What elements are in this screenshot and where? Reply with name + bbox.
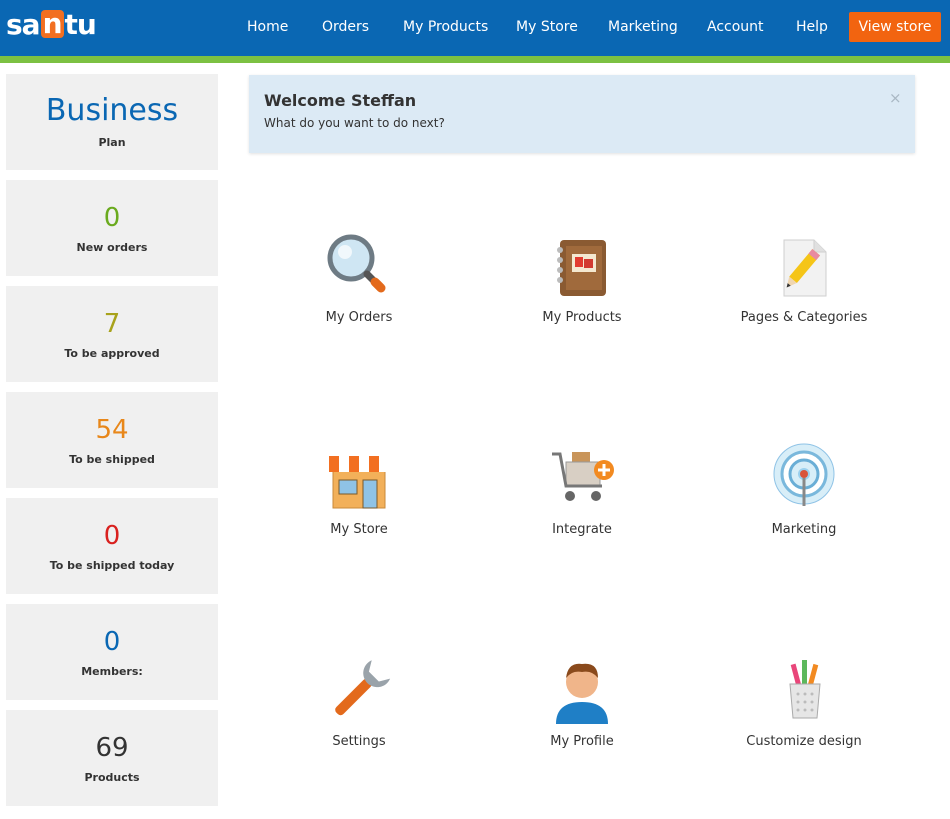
tile-label: Pages & Categories — [740, 310, 868, 325]
welcome-subtitle: What do you want to do next? — [264, 116, 445, 130]
stat-value: 54 — [95, 414, 129, 445]
plan-name: Business — [45, 92, 179, 128]
magnifier-icon — [323, 230, 395, 302]
tile-pages-categories[interactable]: Pages & Categories — [714, 230, 894, 340]
nav-marketing[interactable]: Marketing — [608, 19, 678, 35]
nav-orders[interactable]: Orders — [322, 19, 369, 35]
stat-card-to-be-shipped-today[interactable]: 0 To be shipped today — [6, 498, 218, 594]
tile-label: My Profile — [550, 734, 614, 749]
welcome-title: Welcome Steffan — [264, 91, 417, 110]
tile-integrate[interactable]: Integrate — [492, 442, 672, 552]
stat-value: 0 — [103, 520, 121, 551]
wrench-icon — [323, 654, 395, 726]
nav-account[interactable]: Account — [707, 19, 764, 35]
stat-card-members[interactable]: 0 Members: — [6, 604, 218, 700]
tile-my-store[interactable]: My Store — [269, 442, 449, 552]
tile-label: Marketing — [771, 522, 837, 537]
tile-label: My Orders — [325, 310, 393, 325]
welcome-panel: Welcome Steffan What do you want to do n… — [249, 75, 915, 153]
plan-card: Business Plan — [6, 74, 218, 170]
nav-my-products[interactable]: My Products — [403, 19, 488, 35]
page-pencil-icon — [768, 230, 840, 302]
pencil-cup-icon — [768, 654, 840, 726]
tile-my-profile[interactable]: My Profile — [492, 654, 672, 764]
tile-label: My Products — [542, 310, 622, 325]
close-icon[interactable]: × — [889, 89, 902, 107]
tile-label: Customize design — [746, 734, 862, 749]
broadcast-icon — [768, 442, 840, 514]
nav-home[interactable]: Home — [247, 19, 288, 35]
stat-card-to-be-approved[interactable]: 7 To be approved — [6, 286, 218, 382]
nav-help[interactable]: Help — [796, 19, 828, 35]
tile-marketing[interactable]: Marketing — [714, 442, 894, 552]
stat-value: 7 — [103, 308, 121, 339]
santu-logo[interactable]: sa n tu — [6, 6, 97, 42]
stat-label: Members: — [81, 664, 143, 678]
header-accent-bar — [0, 56, 950, 63]
tile-my-orders[interactable]: My Orders — [269, 230, 449, 340]
tile-label: Integrate — [552, 522, 612, 537]
stat-label: New orders — [76, 240, 148, 254]
view-store-button[interactable]: View store — [849, 12, 941, 42]
tile-label: Settings — [332, 734, 386, 749]
tile-settings[interactable]: Settings — [269, 654, 449, 764]
tile-my-products[interactable]: My Products — [492, 230, 672, 340]
tile-customize-design[interactable]: Customize design — [714, 654, 894, 764]
logo-text-start: sa — [6, 7, 41, 41]
stat-value: 69 — [95, 732, 129, 763]
stat-card-to-be-shipped[interactable]: 54 To be shipped — [6, 392, 218, 488]
stat-card-products[interactable]: 69 Products — [6, 710, 218, 806]
stat-value: 0 — [103, 626, 121, 657]
stat-label: Products — [84, 770, 140, 784]
logo-highlight-letter: n — [40, 7, 64, 40]
logo-text-end: tu — [64, 7, 97, 41]
product-catalog-icon — [546, 230, 618, 302]
cart-add-icon — [546, 442, 618, 514]
stat-label: To be shipped today — [49, 558, 175, 572]
storefront-icon — [323, 442, 395, 514]
stat-card-new-orders[interactable]: 0 New orders — [6, 180, 218, 276]
stat-value: 0 — [103, 202, 121, 233]
user-profile-icon — [546, 654, 618, 726]
stat-label: To be approved — [64, 346, 160, 360]
stat-label: To be shipped — [69, 452, 155, 466]
plan-label: Plan — [98, 135, 126, 149]
tile-label: My Store — [330, 522, 388, 537]
nav-my-store[interactable]: My Store — [516, 19, 578, 35]
